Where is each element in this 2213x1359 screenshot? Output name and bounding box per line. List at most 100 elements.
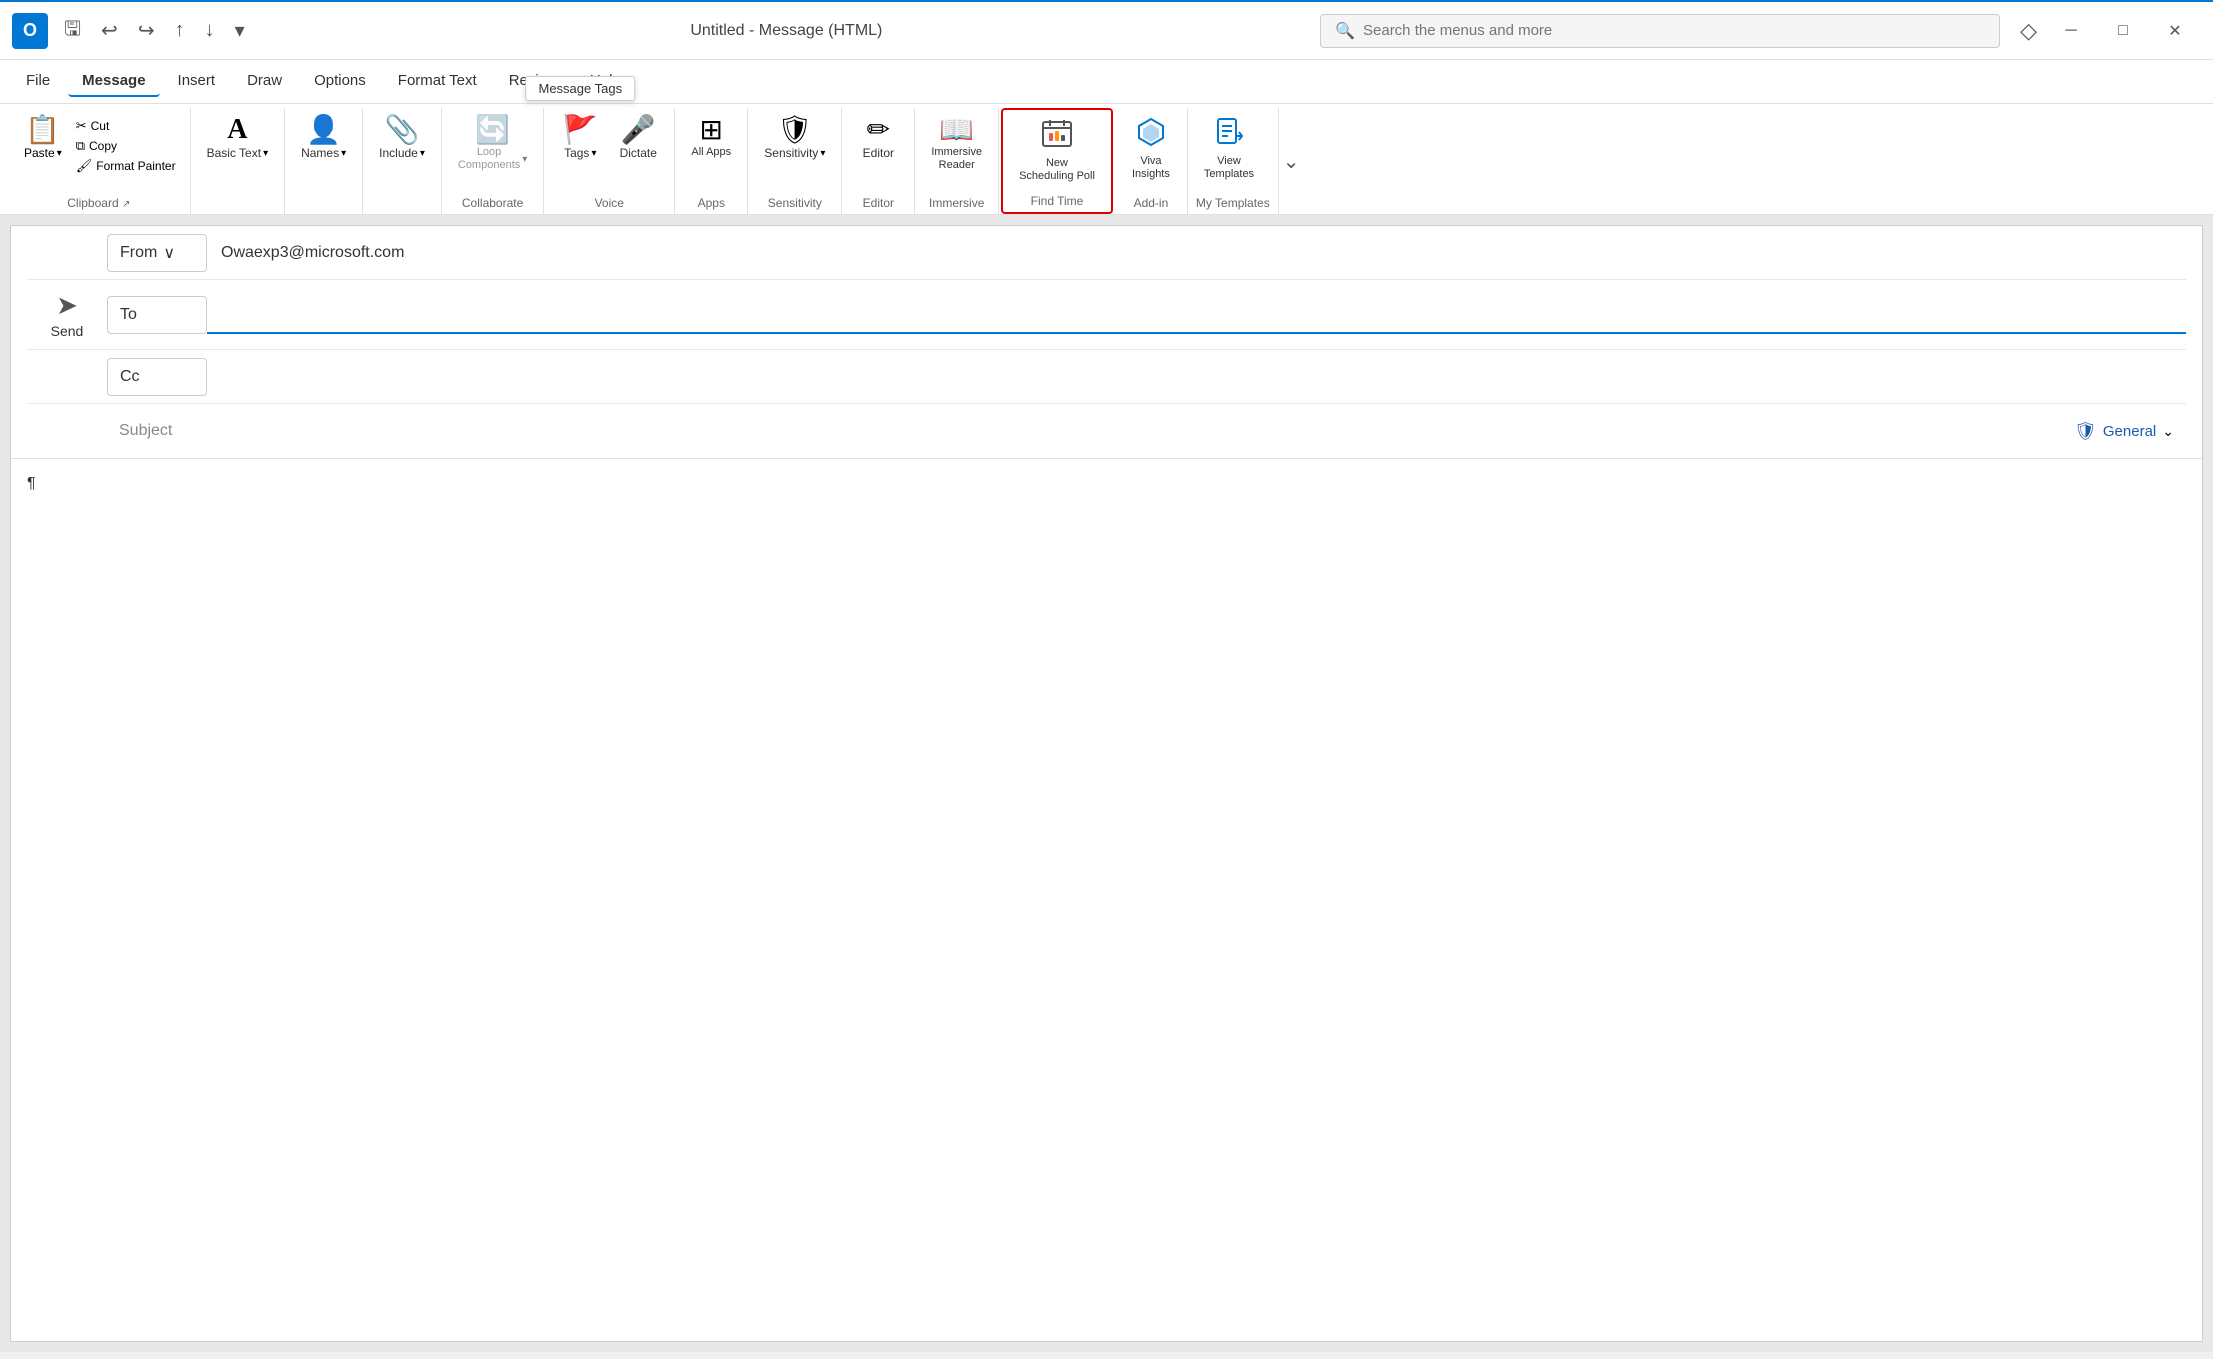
search-icon: 🔍 xyxy=(1335,21,1355,41)
dictate-button[interactable]: 🎤 Dictate xyxy=(610,112,666,164)
menu-file[interactable]: File xyxy=(12,66,64,97)
security-chevron[interactable]: ⌄ xyxy=(2162,423,2174,440)
basic-text-button[interactable]: A Basic Text ▾ xyxy=(199,112,277,164)
menu-format-text[interactable]: Format Text xyxy=(384,66,491,97)
copy-icon: ⧉ xyxy=(76,138,85,154)
immersive-reader-button[interactable]: 📖 Immersive Reader xyxy=(923,112,990,176)
editor-icon: ✏ xyxy=(867,116,890,144)
window-title: Untitled - Message (HTML) xyxy=(261,22,1312,40)
copy-label: Copy xyxy=(89,139,117,153)
basic-text-label: Basic Text xyxy=(207,146,261,160)
paste-chevron: ▾ xyxy=(57,148,62,159)
search-input[interactable] xyxy=(1363,22,1985,39)
paste-icon: 📋 xyxy=(25,116,60,144)
ribbon-group-apps: ⊞ All Apps Apps xyxy=(675,108,748,214)
down-button[interactable]: ↓ xyxy=(197,15,223,46)
ribbon-group-names: 👤 Names ▾ xyxy=(285,108,363,214)
to-input[interactable] xyxy=(207,296,2186,334)
immersive-reader-icon: 📖 xyxy=(939,116,974,144)
compose-container: From ∨ Owaexp3@microsoft.com ➤ Send To xyxy=(10,225,2203,1342)
search-box[interactable]: 🔍 xyxy=(1320,14,2000,48)
shield-icon: 🛡 xyxy=(2074,421,2097,442)
cc-input[interactable] xyxy=(207,358,2186,396)
cut-button[interactable]: ✂ Cut xyxy=(70,116,182,136)
compose-body[interactable]: ¶ xyxy=(11,459,2202,1341)
loop-components-button[interactable]: 🔄 Loop Components ▾ xyxy=(450,112,535,176)
copy-button[interactable]: ⧉ Copy xyxy=(70,136,182,156)
undo-button[interactable]: ↩ xyxy=(93,14,126,47)
dictate-icon: 🎤 xyxy=(621,116,656,144)
subject-input[interactable] xyxy=(207,422,2074,440)
all-apps-icon: ⊞ xyxy=(700,116,723,144)
view-templates-button[interactable]: View Templates xyxy=(1196,112,1262,185)
include-label: Include xyxy=(379,146,418,160)
more-quick-access-button[interactable]: ▾ xyxy=(227,14,253,47)
from-row: From ∨ Owaexp3@microsoft.com xyxy=(27,226,2186,280)
sensitivity-chevron: ▾ xyxy=(820,148,825,159)
loop-components-label: Loop Components xyxy=(458,146,520,172)
all-apps-button[interactable]: ⊞ All Apps xyxy=(683,112,739,163)
format-painter-button[interactable]: 🖌 Format Painter xyxy=(70,156,182,176)
cc-label: Cc xyxy=(120,368,140,386)
names-icon: 👤 xyxy=(306,116,341,144)
include-button[interactable]: 📎 Include ▾ xyxy=(371,112,433,164)
subject-row: Subject 🛡 General ⌄ xyxy=(27,404,2186,458)
to-button[interactable]: To xyxy=(107,296,207,334)
sensitivity-button[interactable]: 🛡 Sensitivity ▾ xyxy=(756,112,833,164)
minimize-button[interactable]: ─ xyxy=(2045,11,2097,51)
send-button[interactable]: ➤ Send xyxy=(27,280,107,349)
new-scheduling-poll-button[interactable]: New Scheduling Poll xyxy=(1011,114,1103,187)
viva-insights-icon xyxy=(1135,116,1167,153)
sensitivity-icon: 🛡 xyxy=(777,116,813,144)
viva-insights-button[interactable]: Viva Insights xyxy=(1123,112,1179,185)
ribbon-group-basic-text: A Basic Text ▾ xyxy=(191,108,286,214)
view-templates-label: View Templates xyxy=(1204,155,1254,181)
ribbon-group-immersive: 📖 Immersive Reader Immersive xyxy=(915,108,999,214)
menu-options[interactable]: Options xyxy=(300,66,380,97)
clipboard-expand[interactable]: ↗ xyxy=(122,199,130,210)
cut-label: Cut xyxy=(91,119,110,133)
cc-button[interactable]: Cc xyxy=(107,358,207,396)
loop-chevron: ▾ xyxy=(522,154,527,165)
compose-area: From ∨ Owaexp3@microsoft.com ➤ Send To xyxy=(0,215,2213,1352)
view-templates-icon xyxy=(1213,116,1245,153)
from-button[interactable]: From ∨ xyxy=(107,234,207,272)
ribbon: 📋 Paste ▾ ✂ Cut ⧉ Copy xyxy=(0,104,2213,215)
menu-draw[interactable]: Draw xyxy=(233,66,296,97)
ribbon-group-collaborate: 🔄 Loop Components ▾ Collaborate xyxy=(442,108,544,214)
tags-button[interactable]: 🚩 Tags ▾ Message Tags xyxy=(552,112,608,164)
maximize-button[interactable]: □ xyxy=(2097,11,2149,51)
editor-label: Editor xyxy=(863,146,894,160)
immersive-group-label: Immersive xyxy=(923,193,990,214)
tags-icon: 🚩 xyxy=(563,116,598,144)
up-button[interactable]: ↑ xyxy=(167,15,193,46)
close-button[interactable]: ✕ xyxy=(2149,11,2201,51)
loop-components-icon: 🔄 xyxy=(475,116,510,144)
paragraph-mark: ¶ xyxy=(27,475,36,492)
addin-label: Add-in xyxy=(1123,193,1179,214)
menu-message[interactable]: Message xyxy=(68,66,159,97)
redo-button[interactable]: ↪ xyxy=(130,14,163,47)
paste-button[interactable]: 📋 Paste ▾ xyxy=(16,112,70,180)
menu-insert[interactable]: Insert xyxy=(164,66,230,97)
scheduling-poll-label: New Scheduling Poll xyxy=(1019,157,1095,183)
ribbon-overflow-button[interactable]: ⌄ xyxy=(1279,145,1304,178)
send-icon: ➤ xyxy=(56,290,78,321)
ribbon-group-sensitivity: 🛡 Sensitivity ▾ Sensitivity xyxy=(748,108,842,214)
ribbon-group-include: 📎 Include ▾ xyxy=(363,108,442,214)
scheduling-poll-icon xyxy=(1041,118,1073,155)
editor-button[interactable]: ✏ Editor xyxy=(850,112,906,164)
window-controls: ─ □ ✕ xyxy=(2045,11,2201,51)
names-chevron: ▾ xyxy=(341,148,346,159)
names-button[interactable]: 👤 Names ▾ xyxy=(293,112,354,164)
send-label: Send xyxy=(51,323,84,339)
sensitivity-label: Sensitivity xyxy=(764,146,818,160)
basic-text-chevron: ▾ xyxy=(263,148,268,159)
names-label: Names xyxy=(301,146,339,160)
save-button[interactable]: 🖫 xyxy=(56,10,89,52)
cc-row: Cc xyxy=(27,350,2186,404)
sensitivity-group-label: Sensitivity xyxy=(756,193,833,214)
all-apps-label: All Apps xyxy=(691,146,731,159)
dictate-label: Dictate xyxy=(620,146,657,160)
to-label: To xyxy=(120,306,137,324)
